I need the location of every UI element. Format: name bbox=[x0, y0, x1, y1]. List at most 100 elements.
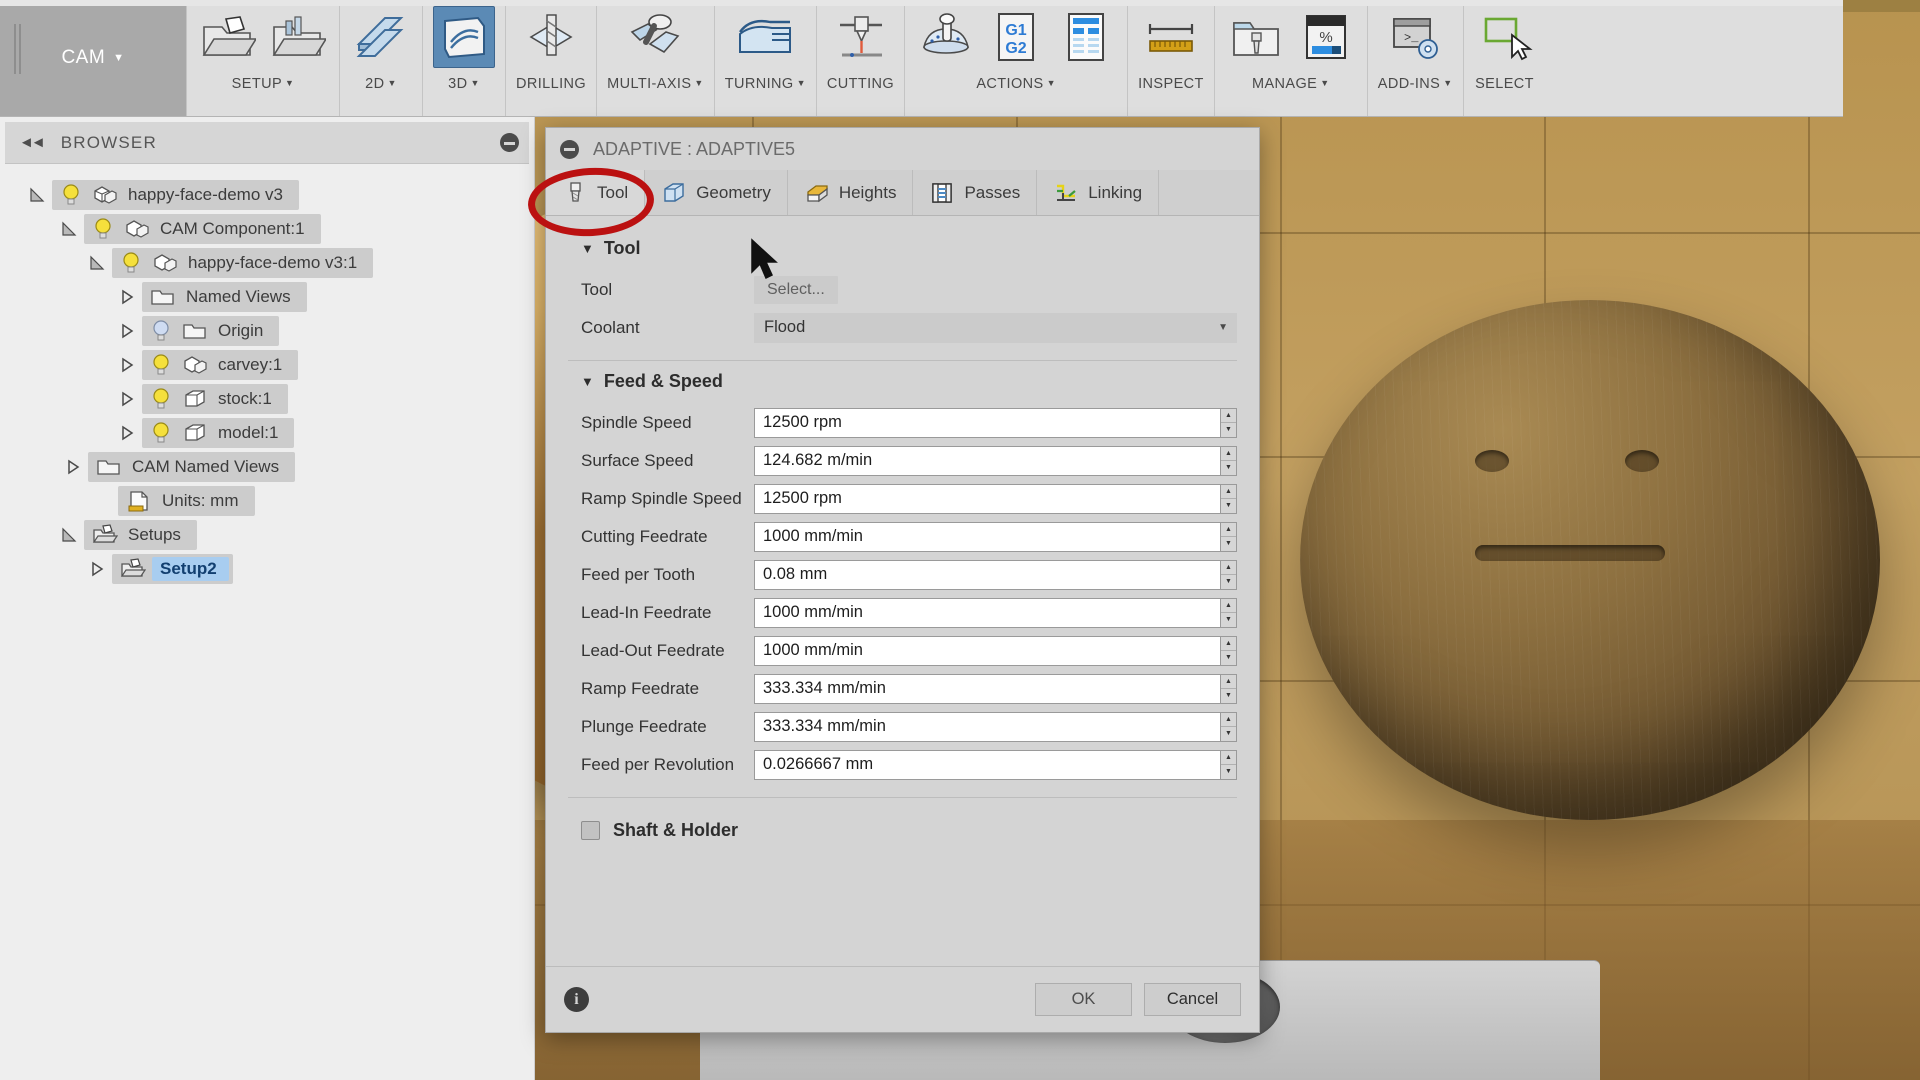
simulate-icon[interactable] bbox=[915, 6, 977, 68]
shaft-holder-row[interactable]: Shaft & Holder bbox=[581, 820, 1237, 841]
twisty-expanded-icon[interactable] bbox=[82, 255, 112, 271]
tree-row-chip[interactable]: happy-face-demo v3 bbox=[52, 180, 299, 210]
tab-passes[interactable]: Passes bbox=[913, 170, 1038, 215]
setup-folder-config-icon[interactable] bbox=[267, 6, 329, 68]
tree-row-chip[interactable]: CAM Component:1 bbox=[84, 214, 321, 244]
tree-row[interactable]: model:1 bbox=[0, 416, 534, 450]
cutting-icon[interactable] bbox=[830, 6, 892, 68]
twisty-expanded-icon[interactable] bbox=[22, 187, 52, 203]
tree-row[interactable]: happy-face-demo v3:1 bbox=[0, 246, 534, 280]
spinner-down-icon[interactable]: ▼ bbox=[1221, 575, 1236, 589]
tree-row-chip[interactable]: Units: mm bbox=[118, 486, 255, 516]
chevron-down-icon[interactable]: ▼ bbox=[388, 78, 397, 88]
tree-row[interactable]: CAM Named Views bbox=[0, 450, 534, 484]
plunge-feedrate-input[interactable] bbox=[754, 711, 1220, 742]
info-icon[interactable]: i bbox=[564, 987, 589, 1012]
spinner-arrows[interactable]: ▲ ▼ bbox=[1220, 749, 1237, 780]
spinner-down-icon[interactable]: ▼ bbox=[1221, 423, 1236, 437]
drilling-icon[interactable] bbox=[520, 6, 582, 68]
tree-row[interactable]: Setups bbox=[0, 518, 534, 552]
visibility-bulb-on-icon[interactable] bbox=[150, 387, 172, 411]
chevron-down-icon[interactable]: ▼ bbox=[1443, 78, 1452, 88]
feed-per-tooth-input[interactable] bbox=[754, 559, 1220, 590]
chevron-down-icon[interactable]: ▼ bbox=[1320, 78, 1329, 88]
spinner-arrows[interactable]: ▲ ▼ bbox=[1220, 445, 1237, 476]
happy-face-sphere-model[interactable] bbox=[1300, 300, 1880, 820]
tree-row-chip[interactable]: model:1 bbox=[142, 418, 295, 448]
spinner-down-icon[interactable]: ▼ bbox=[1221, 765, 1236, 779]
machining-time-icon[interactable]: % bbox=[1295, 6, 1357, 68]
twisty-collapsed-icon[interactable] bbox=[112, 391, 142, 407]
tree-row-chip[interactable]: stock:1 bbox=[142, 384, 288, 414]
ramp-feedrate-input[interactable] bbox=[754, 673, 1220, 704]
cancel-button[interactable]: Cancel bbox=[1144, 983, 1241, 1016]
tab-tool[interactable]: Tool bbox=[546, 170, 646, 215]
spinner-arrows[interactable]: ▲ ▼ bbox=[1220, 673, 1237, 704]
visibility-bulb-on-icon[interactable] bbox=[60, 183, 82, 207]
spinner-down-icon[interactable]: ▼ bbox=[1221, 537, 1236, 551]
tree-row[interactable]: Named Views bbox=[0, 280, 534, 314]
spinner-down-icon[interactable]: ▼ bbox=[1221, 461, 1236, 475]
spinner-up-icon[interactable]: ▲ bbox=[1221, 561, 1236, 575]
chevron-down-icon[interactable]: ▼ bbox=[797, 78, 806, 88]
lead-in-feedrate-input[interactable] bbox=[754, 597, 1220, 628]
multi-axis-icon[interactable] bbox=[624, 6, 686, 68]
visibility-bulb-off-icon[interactable] bbox=[150, 319, 172, 343]
spinner-arrows[interactable]: ▲ ▼ bbox=[1220, 483, 1237, 514]
tree-row-chip[interactable]: carvey:1 bbox=[142, 350, 299, 380]
twisty-expanded-icon[interactable] bbox=[54, 527, 84, 543]
tree-row-chip[interactable]: Origin bbox=[142, 316, 280, 346]
spinner-arrows[interactable]: ▲ ▼ bbox=[1220, 521, 1237, 552]
spinner-up-icon[interactable]: ▲ bbox=[1221, 447, 1236, 461]
script-addins-icon[interactable]: >_ bbox=[1384, 6, 1446, 68]
tree-row[interactable]: Setup2 bbox=[0, 552, 534, 586]
turning-icon[interactable] bbox=[734, 6, 796, 68]
shaft-holder-checkbox[interactable] bbox=[581, 821, 600, 840]
triangle-down-icon[interactable]: ▼ bbox=[581, 241, 594, 256]
cutting-feedrate-input[interactable] bbox=[754, 521, 1220, 552]
feed-per-revolution-input[interactable] bbox=[754, 749, 1220, 780]
spindle-speed-input[interactable] bbox=[754, 407, 1220, 438]
spinner-up-icon[interactable]: ▲ bbox=[1221, 637, 1236, 651]
spinner-down-icon[interactable]: ▼ bbox=[1221, 651, 1236, 665]
measure-ruler-icon[interactable] bbox=[1140, 6, 1202, 68]
twisty-collapsed-icon[interactable] bbox=[112, 357, 142, 373]
spinner-up-icon[interactable]: ▲ bbox=[1221, 751, 1236, 765]
surface-speed-input[interactable] bbox=[754, 445, 1220, 476]
tab-linking[interactable]: Linking bbox=[1037, 170, 1160, 215]
spinner-up-icon[interactable]: ▲ bbox=[1221, 485, 1236, 499]
tree-row-chip[interactable]: Named Views bbox=[142, 282, 307, 312]
spinner-up-icon[interactable]: ▲ bbox=[1221, 523, 1236, 537]
chevron-down-icon[interactable]: ▼ bbox=[1047, 78, 1056, 88]
tree-row[interactable]: Units: mm bbox=[0, 484, 534, 518]
tool-library-icon[interactable] bbox=[1225, 6, 1287, 68]
lead-out-feedrate-input[interactable] bbox=[754, 635, 1220, 666]
spinner-arrows[interactable]: ▲ ▼ bbox=[1220, 711, 1237, 742]
tab-heights[interactable]: Heights bbox=[788, 170, 914, 215]
minus-circle-icon[interactable] bbox=[560, 139, 579, 159]
setup-sheet-icon[interactable] bbox=[1055, 6, 1117, 68]
toolpath-2d-icon[interactable] bbox=[350, 6, 412, 68]
twisty-collapsed-icon[interactable] bbox=[112, 323, 142, 339]
ok-button[interactable]: OK bbox=[1035, 983, 1132, 1016]
collapse-left-icon[interactable]: ◄◄ bbox=[19, 134, 46, 151]
minus-circle-icon[interactable] bbox=[500, 133, 519, 152]
spinner-up-icon[interactable]: ▲ bbox=[1221, 599, 1236, 613]
visibility-bulb-on-icon[interactable] bbox=[150, 353, 172, 377]
twisty-collapsed-icon[interactable] bbox=[58, 459, 88, 475]
g1-g2-post-icon[interactable]: G1 G2 bbox=[985, 6, 1047, 68]
chevron-down-icon[interactable]: ▼ bbox=[285, 78, 294, 88]
spinner-down-icon[interactable]: ▼ bbox=[1221, 689, 1236, 703]
tree-row-chip[interactable]: Setups bbox=[84, 520, 197, 550]
section-header-tool[interactable]: ▼ Tool bbox=[581, 238, 1237, 259]
spinner-arrows[interactable]: ▲ ▼ bbox=[1220, 597, 1237, 628]
tab-geometry[interactable]: Geometry bbox=[645, 170, 788, 215]
spinner-up-icon[interactable]: ▲ bbox=[1221, 713, 1236, 727]
setup-folder-icon[interactable] bbox=[197, 6, 259, 68]
tree-row[interactable]: carvey:1 bbox=[0, 348, 534, 382]
select-cursor-icon[interactable] bbox=[1474, 6, 1536, 68]
spinner-up-icon[interactable]: ▲ bbox=[1221, 409, 1236, 423]
visibility-bulb-on-icon[interactable] bbox=[150, 421, 172, 445]
tree-row[interactable]: happy-face-demo v3 bbox=[0, 178, 534, 212]
spinner-down-icon[interactable]: ▼ bbox=[1221, 727, 1236, 741]
